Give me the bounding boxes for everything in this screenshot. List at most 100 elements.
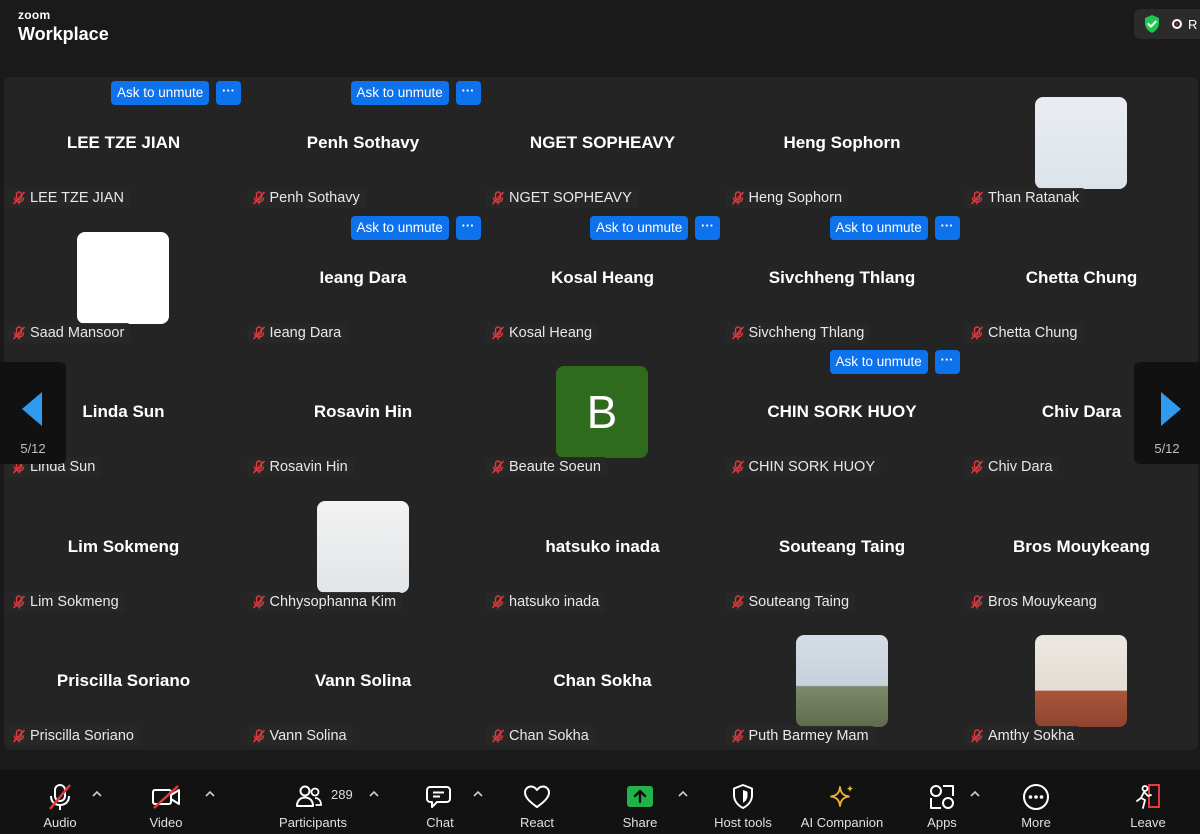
muted-mic-icon <box>252 325 265 340</box>
tile-more-options-button[interactable]: ··· <box>216 81 241 105</box>
participant-tile[interactable]: Saad Mansoor <box>4 212 243 347</box>
ai-companion-label: AI Companion <box>800 815 884 830</box>
tile-more-options-button[interactable]: ··· <box>934 215 960 240</box>
arrow-right-icon <box>1161 392 1181 426</box>
chat-button[interactable]: Chat <box>410 770 470 834</box>
participant-name-label: Amthy Sokha <box>965 726 1081 747</box>
ask-to-unmute-button[interactable]: Ask to unmute <box>829 215 928 240</box>
participant-video-thumbnail <box>795 635 888 728</box>
participant-tile[interactable]: Puth Barmey Mam <box>723 615 962 750</box>
sparkle-icon <box>830 785 854 807</box>
participant-tile[interactable]: Ask to unmute ··· CHIN SORK HUOY CHIN SORK … <box>723 346 962 481</box>
share-options-chevron-icon[interactable] <box>677 788 689 800</box>
audio-options-chevron-icon[interactable] <box>91 788 103 800</box>
shield-check-icon <box>1145 15 1159 33</box>
participant-tile[interactable]: Chan Sokha Chan Sokha <box>483 615 722 750</box>
share-button[interactable]: Share <box>610 770 670 834</box>
participant-tile[interactable]: Ask to unmute ··· Ieang Dara Ieang Dara <box>244 212 483 347</box>
participant-tile[interactable]: Lim Sokmeng Lim Sokmeng <box>4 481 243 616</box>
apps-options-chevron-icon[interactable] <box>969 788 981 800</box>
ai-companion-button[interactable]: AI Companion <box>793 770 891 834</box>
participant-name-text: Saad Mansoor <box>30 324 125 341</box>
muted-mic-icon <box>731 460 744 474</box>
tile-more-options-button[interactable]: ··· <box>695 215 720 240</box>
chat-icon <box>426 786 451 808</box>
participant-name-text: Ieang Dara <box>269 324 342 341</box>
audio-button[interactable]: Audio <box>30 770 90 834</box>
muted-mic-icon <box>970 729 984 743</box>
participant-name-label: Heng Sophorn <box>725 188 849 208</box>
muted-mic-icon <box>252 729 265 743</box>
participant-display-name: NGET SOPHEAVY <box>529 133 676 152</box>
arrow-left-icon <box>22 392 42 426</box>
tile-more-options-button[interactable]: ··· <box>455 215 481 240</box>
participant-name-text: Lim Sokmeng <box>30 593 119 610</box>
participant-tile[interactable]: Priscilla Soriano Priscilla Soriano <box>4 615 243 750</box>
participant-tile[interactable]: hatsuko inada hatsuko inada <box>483 481 722 616</box>
participant-name-label: Rosavin Hin <box>246 457 354 478</box>
participant-name-label: Chetta Chung <box>965 322 1084 343</box>
react-button[interactable]: React <box>507 770 567 834</box>
participant-name-label: Bros Mouykeang <box>965 591 1103 612</box>
participant-name-text: Chiv Dara <box>988 459 1053 476</box>
participant-display-name: Kosal Heang <box>551 267 654 287</box>
leave-button[interactable]: Leave <box>1118 770 1178 834</box>
video-options-chevron-icon[interactable] <box>204 788 216 800</box>
ask-to-unmute-button[interactable]: Ask to unmute <box>590 215 689 240</box>
gallery-view: Ask to unmute ··· LEE TZE JIAN LEE TZE JIAN… <box>4 77 1198 750</box>
participant-tile[interactable]: Amthy Sokha <box>962 615 1200 750</box>
muted-mic-icon <box>491 729 505 743</box>
muted-mic-icon <box>731 729 744 743</box>
participant-tile[interactable]: Than Ratanak <box>962 77 1200 212</box>
participant-name-text: Penh Sothavy <box>269 190 360 206</box>
next-page-button[interactable]: 5/12 <box>1134 362 1200 464</box>
muted-mic-icon <box>252 460 265 474</box>
participant-tile[interactable]: Bros Mouykeang Bros Mouykeang <box>962 481 1200 616</box>
participant-tile[interactable]: Vann Solina Vann Solina <box>244 615 483 750</box>
participant-tile[interactable]: Rosavin Hin Rosavin Hin <box>244 346 483 481</box>
participants-icon <box>295 785 322 807</box>
participants-options-chevron-icon[interactable] <box>368 788 380 800</box>
tile-more-options-button[interactable]: ··· <box>455 81 481 105</box>
ask-to-unmute-button[interactable]: Ask to unmute <box>829 350 928 375</box>
react-label: React <box>520 815 554 830</box>
participant-display-name: Chetta Chung <box>1025 267 1138 287</box>
share-label: Share <box>622 815 658 830</box>
apps-button[interactable]: Apps <box>912 770 972 834</box>
participant-name-text: Puth Barmey Mam <box>748 728 869 745</box>
participant-display-name: Sivchheng Thlang <box>768 267 916 287</box>
participant-tile[interactable]: Chhysophanna Kim <box>244 481 483 616</box>
participant-tile[interactable]: Ask to unmute ··· Penh Sothavy Penh Sothavy <box>244 77 483 212</box>
microphone-muted-icon <box>49 784 71 810</box>
participant-tile[interactable]: Souteang Taing Souteang Taing <box>723 481 962 616</box>
chat-options-chevron-icon[interactable] <box>472 788 484 800</box>
participant-display-name: hatsuko inada <box>545 536 660 556</box>
participant-display-name: CHIN SORK HUOY <box>767 402 917 422</box>
video-button[interactable]: Video <box>136 770 196 834</box>
participant-tile[interactable]: Chetta Chung Chetta Chung <box>962 212 1200 347</box>
previous-page-button[interactable]: 5/12 <box>0 362 66 464</box>
zoom-logo: zoom Workplace <box>18 7 109 43</box>
participant-name-label: Beaute Soeun <box>486 457 607 478</box>
participant-name-text: Chhysophanna Kim <box>269 593 397 610</box>
security-recording-indicator[interactable]: R <box>1134 9 1200 39</box>
participant-name-label: hatsuko inada <box>486 591 606 612</box>
heart-icon <box>524 785 550 808</box>
ask-to-unmute-button[interactable]: Ask to unmute <box>111 81 210 105</box>
participant-name-text: Chan Sokha <box>509 728 589 745</box>
participant-tile[interactable]: Ask to unmute ··· LEE TZE JIAN LEE TZE JIAN <box>4 77 243 212</box>
page-indicator-left: 5/12 <box>20 441 46 456</box>
participant-tile[interactable]: Ask to unmute ··· Sivchheng Thlang Sivchhen… <box>723 212 962 347</box>
participant-tile[interactable]: B Beaute Soeun <box>483 346 722 481</box>
ask-to-unmute-button[interactable]: Ask to unmute <box>350 215 449 240</box>
participant-tile[interactable]: NGET SOPHEAVY NGET SOPHEAVY <box>483 77 722 212</box>
tile-more-options-button[interactable]: ··· <box>934 350 960 375</box>
more-button[interactable]: More <box>1006 770 1066 834</box>
host-tools-button[interactable]: Host tools <box>703 770 783 834</box>
participant-name-label: Ieang Dara <box>246 322 348 343</box>
participants-button[interactable]: 289 Participants <box>268 770 358 834</box>
ask-to-unmute-button[interactable]: Ask to unmute <box>350 81 449 105</box>
participant-display-name: Priscilla Soriano <box>56 671 191 691</box>
participant-tile[interactable]: Heng Sophorn Heng Sophorn <box>723 77 962 212</box>
participant-tile[interactable]: Ask to unmute ··· Kosal Heang Kosal Heang <box>483 212 722 347</box>
